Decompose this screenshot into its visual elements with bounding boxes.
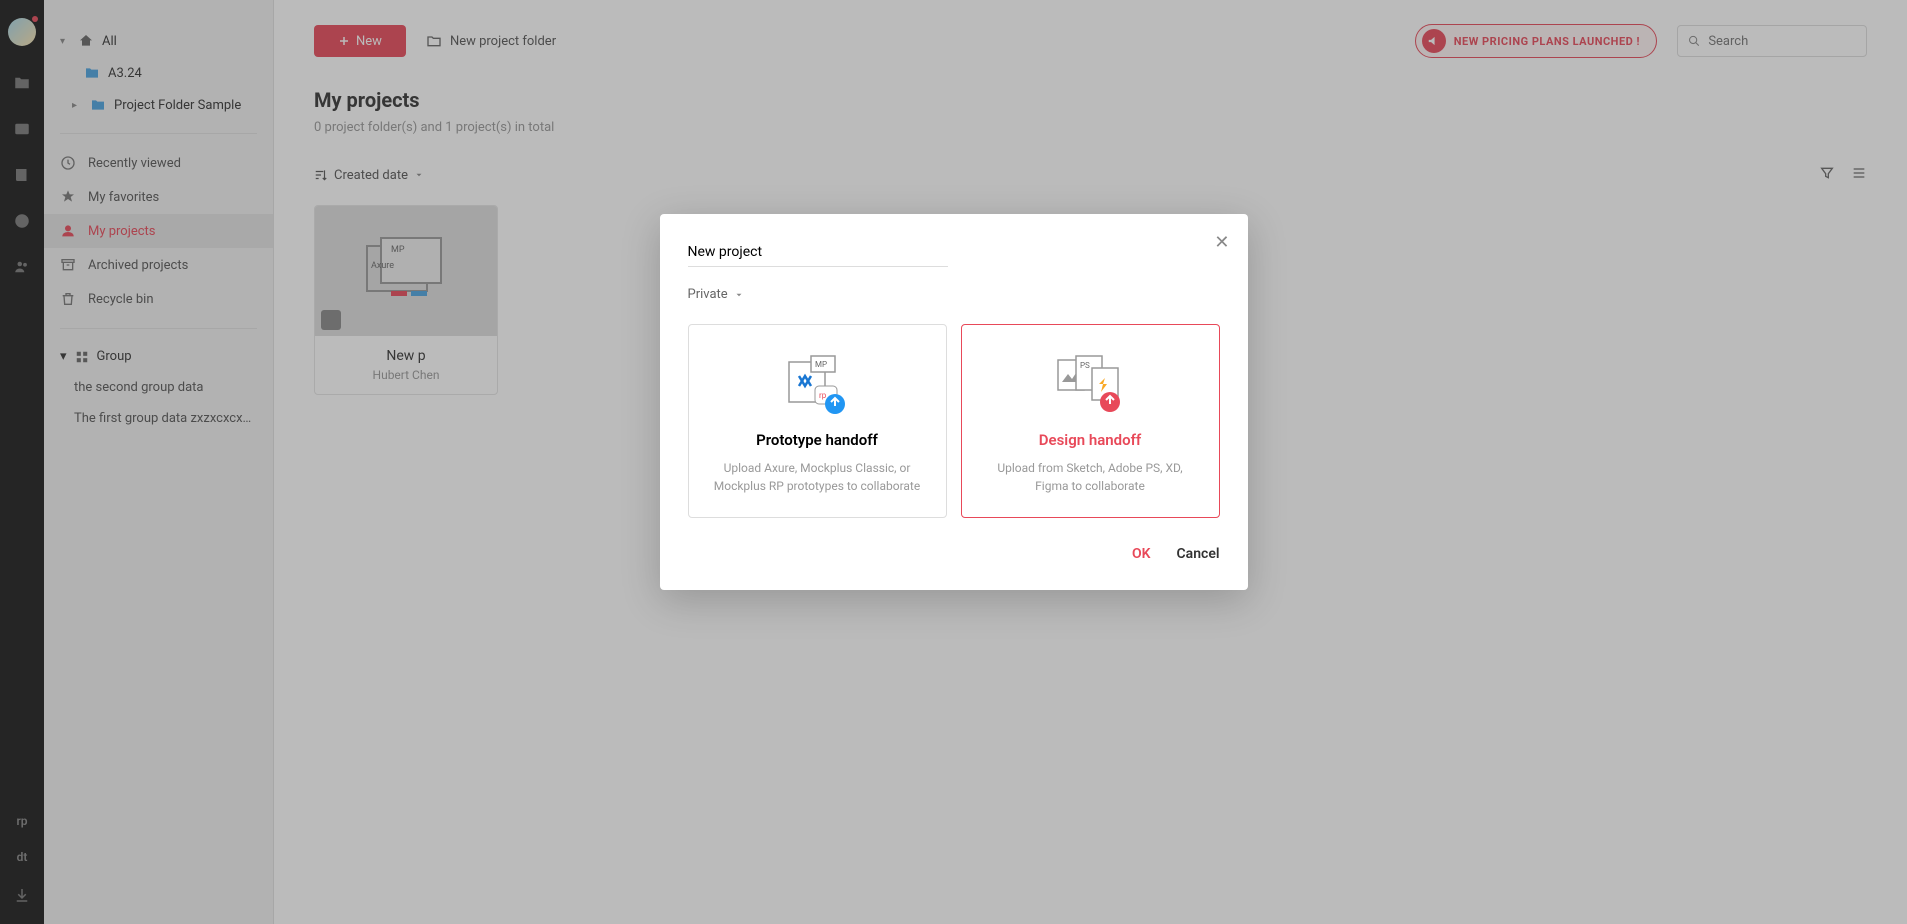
project-name-input[interactable] (688, 238, 948, 267)
svg-text:MP: MP (815, 360, 827, 369)
design-icon: PS (980, 351, 1201, 421)
svg-text:PS: PS (1080, 361, 1090, 370)
design-handoff-option[interactable]: PS Design handoff Upload from Sketch, Ad… (961, 324, 1220, 518)
chevron-down-icon (734, 290, 744, 300)
cancel-button[interactable]: Cancel (1177, 546, 1220, 562)
ok-button[interactable]: OK (1132, 546, 1151, 562)
prototype-icon: MP rp (707, 351, 928, 421)
privacy-dropdown[interactable]: Private (688, 287, 1220, 302)
privacy-label: Private (688, 287, 728, 302)
prototype-handoff-option[interactable]: MP rp Prototype handoff Upload Axure, Mo… (688, 324, 947, 518)
new-project-modal: ✕ Private MP rp (660, 214, 1248, 590)
option-title: Prototype handoff (707, 431, 928, 449)
option-desc: Upload from Sketch, Adobe PS, XD, Figma … (980, 459, 1201, 495)
modal-overlay: ✕ Private MP rp (0, 0, 1907, 924)
close-icon[interactable]: ✕ (1214, 232, 1229, 253)
svg-text:rp: rp (819, 391, 827, 400)
option-title: Design handoff (980, 431, 1201, 449)
option-desc: Upload Axure, Mockplus Classic, or Mockp… (707, 459, 928, 495)
